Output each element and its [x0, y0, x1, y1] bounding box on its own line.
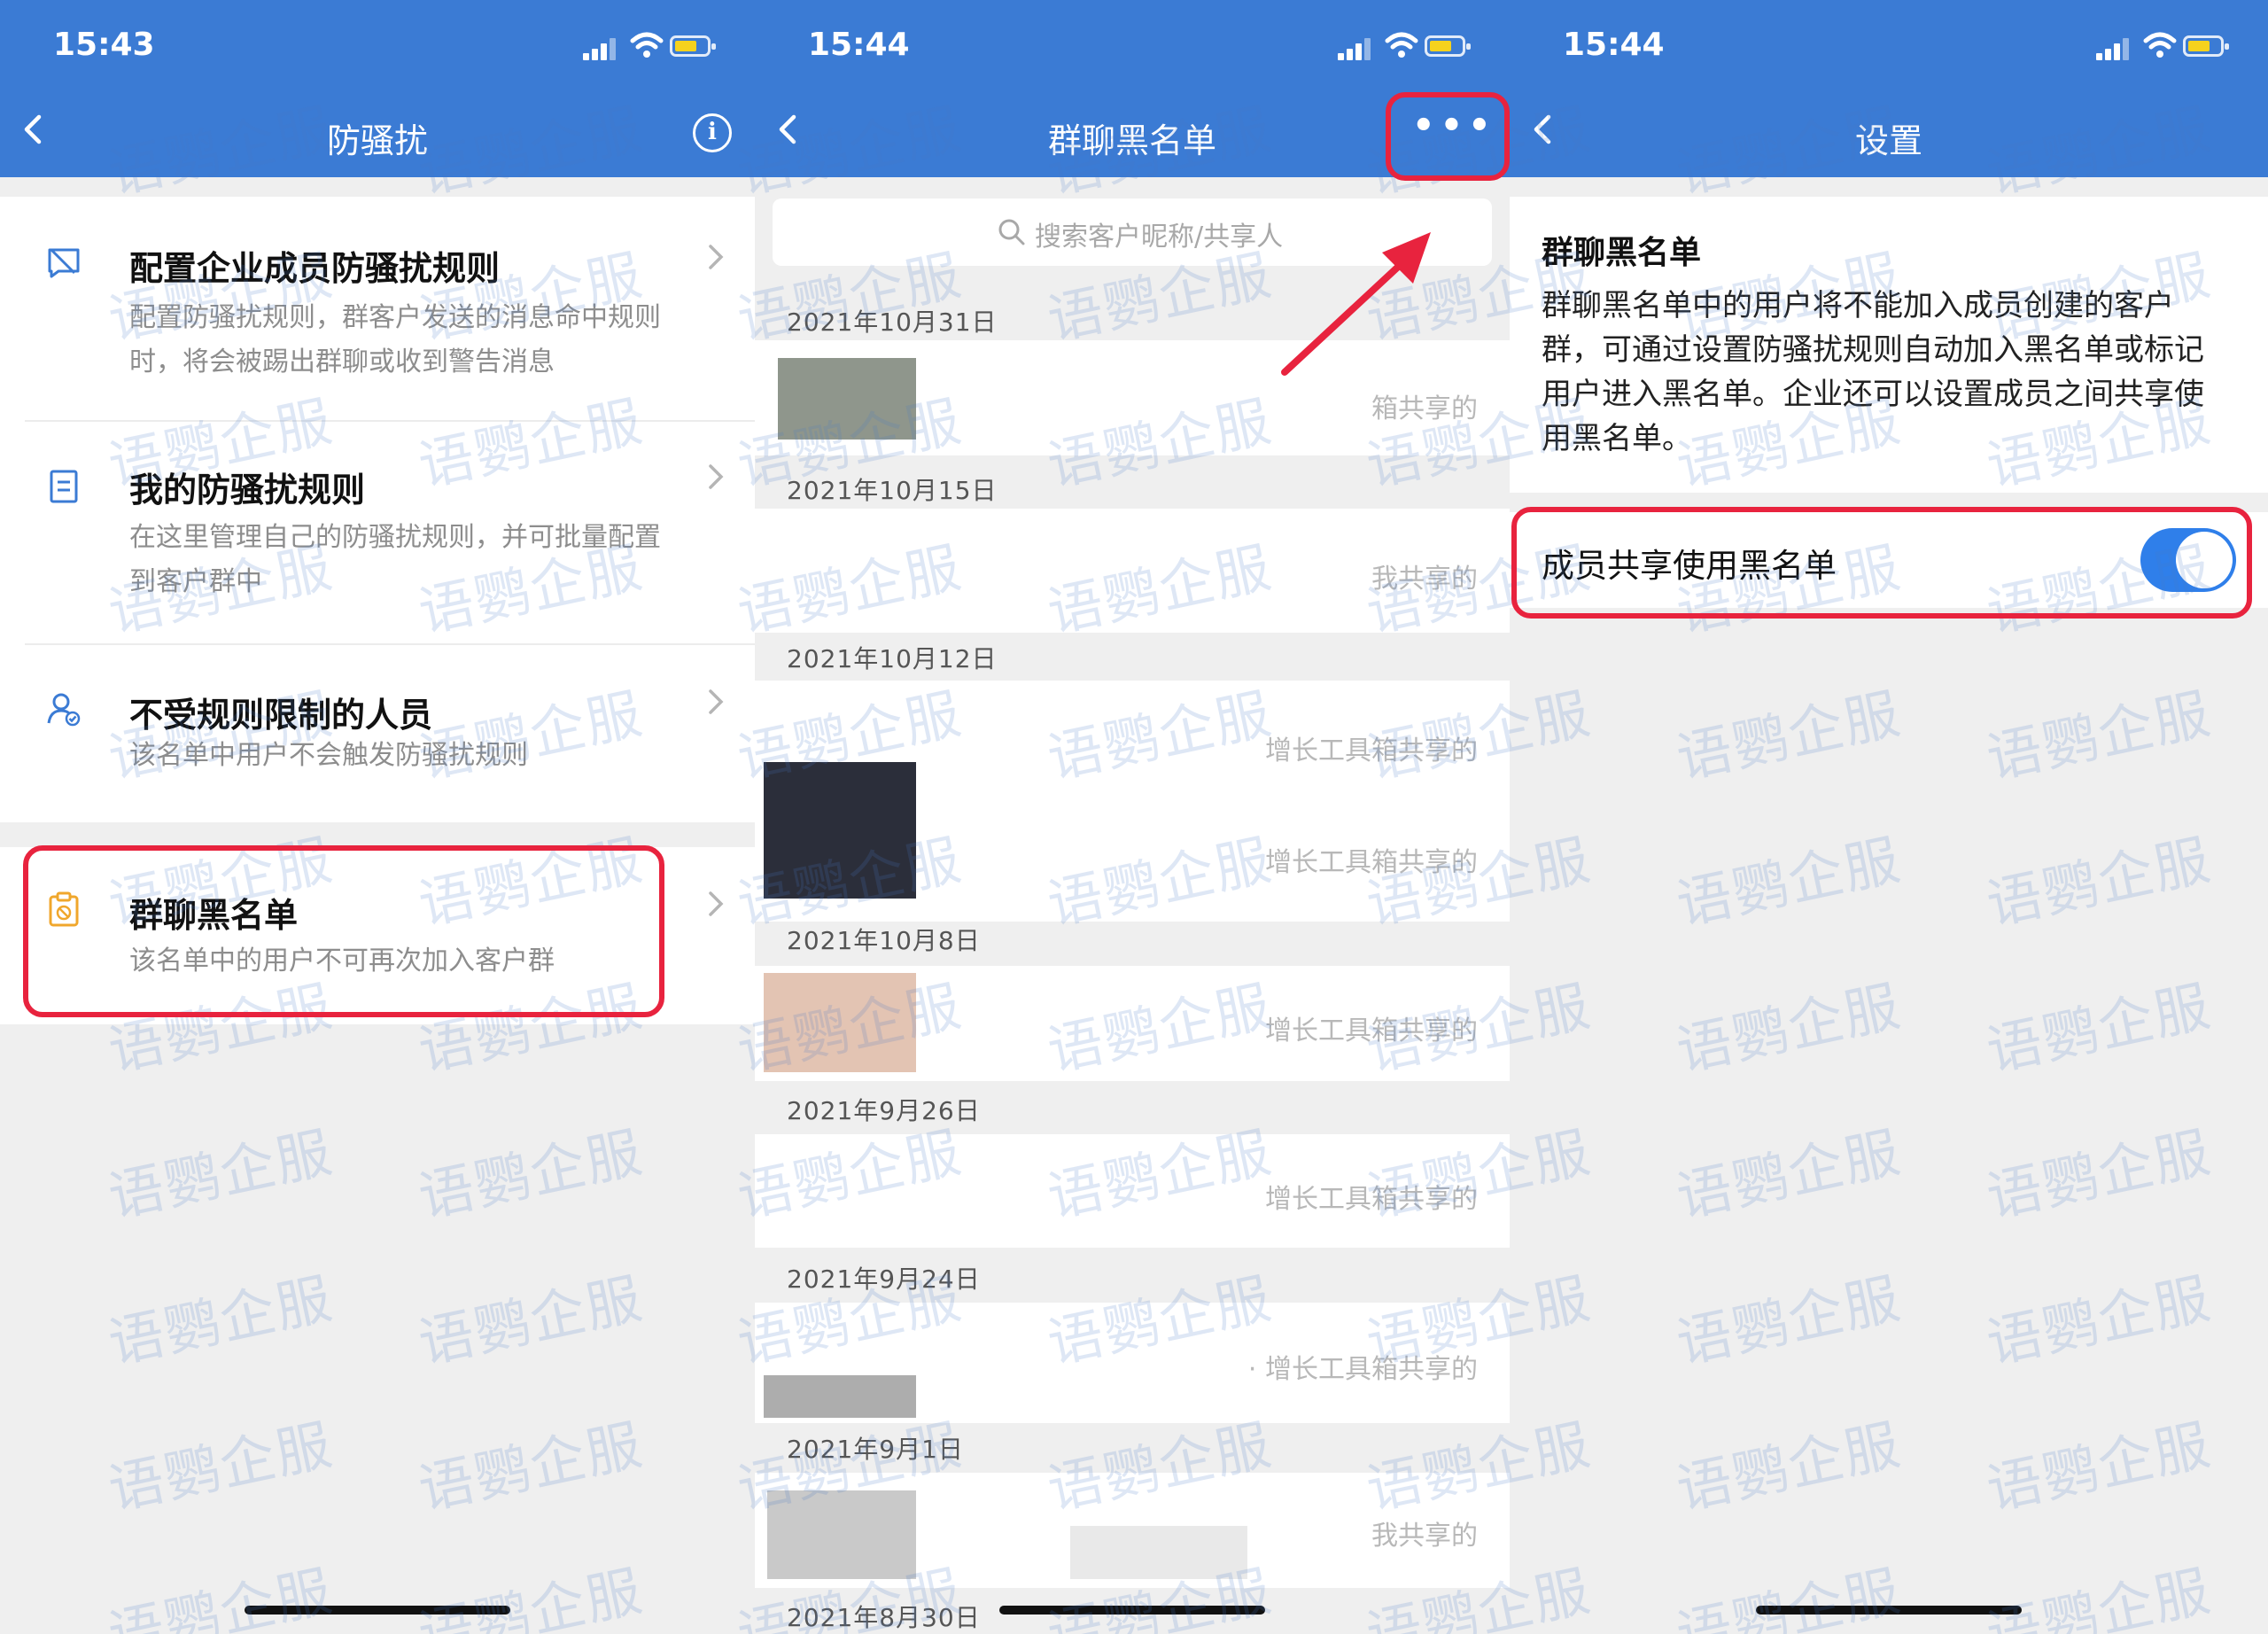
signal-icon [583, 37, 618, 60]
wifi-icon [1385, 32, 1418, 58]
home-indicator [245, 1606, 510, 1615]
shared-by-label: 增长工具箱共享的 [1265, 1015, 1478, 1047]
status-time: 15:43 [53, 27, 155, 63]
clipboard-list-icon [50, 470, 78, 503]
shared-by-label: 箱共享的 [1371, 393, 1478, 424]
more-options-button[interactable]: ••• [1412, 108, 1491, 144]
section-title: 群聊黑名单 [1542, 235, 1702, 271]
date-header: 2021年10月31日 [787, 307, 998, 337]
shared-by-label: 增长工具箱共享的 [1265, 847, 1478, 878]
item-title: 配置企业成员防骚扰规则 [129, 249, 501, 288]
avatar [767, 1490, 916, 1579]
date-header: 2021年9月1日 [787, 1435, 964, 1464]
item-desc: 该名单中的用户不可再次加入客户群 [129, 945, 555, 977]
battery-icon [2183, 35, 2229, 57]
battery-icon [670, 35, 716, 57]
wifi-icon [630, 32, 664, 58]
avatar [764, 1375, 916, 1418]
list-item-my-rules[interactable]: 我的防骚扰规则 在这里管理自己的防骚扰规则，并可批量配置到客户群中 [0, 422, 755, 643]
page-title: 设置 [1854, 121, 1922, 160]
screen-settings: 15:44 设置 群聊黑名单 群聊黑名单中的用户将不能加入成员创建的客户群，可通… [1510, 0, 2268, 1634]
avatar [1070, 1526, 1247, 1579]
item-title: 我的防骚扰规则 [129, 471, 366, 510]
home-indicator [999, 1606, 1265, 1615]
screen-anti-harassment: 15:43 防骚扰 i 配置企业成员防骚扰规则 配置防骚扰规则，群客户发送的消息… [0, 0, 755, 1634]
status-icons [583, 32, 716, 60]
list-item[interactable]: 我共享的 [755, 509, 1510, 633]
annotation-arrow-icon [1281, 232, 1431, 376]
date-header: 2021年9月24日 [787, 1264, 981, 1294]
page-title: 群聊黑名单 [1047, 121, 1216, 160]
no-message-icon [48, 248, 80, 278]
signal-icon [2096, 37, 2132, 60]
search-icon [998, 219, 1025, 245]
chevron-right-icon [709, 245, 724, 269]
shared-by-label: · 增长工具箱共享的 [1247, 1354, 1478, 1385]
shared-by-label: 我共享的 [1371, 1521, 1478, 1552]
avatar [764, 762, 916, 899]
user-check-icon [47, 693, 81, 727]
top-bar: 15:44 设置 [1510, 0, 2268, 177]
date-header: 2021年8月30日 [787, 1603, 981, 1632]
battery-icon [1425, 35, 1471, 57]
top-bar: 15:43 防骚扰 i [0, 0, 755, 177]
share-blacklist-toggle[interactable] [2140, 528, 2236, 592]
item-title: 群聊黑名单 [129, 896, 299, 935]
info-icon[interactable]: i [693, 113, 732, 152]
chevron-right-icon [709, 891, 724, 916]
list-item[interactable]: 增长工具箱共享的 [755, 966, 1510, 1081]
date-header: 2021年10月8日 [787, 926, 981, 955]
shared-by-label: 我共享的 [1371, 564, 1478, 595]
chevron-right-icon [709, 464, 724, 489]
status-icons [1338, 32, 1471, 60]
item-desc: 该名单中用户不会触发防骚扰规则 [129, 740, 528, 771]
date-header: 2021年9月26日 [787, 1096, 981, 1125]
wifi-icon [2143, 32, 2177, 58]
chevron-right-icon [709, 689, 724, 714]
avatar [778, 358, 916, 440]
status-time: 15:44 [1563, 27, 1665, 63]
date-header: 2021年10月15日 [787, 476, 998, 505]
home-indicator [1756, 1606, 2022, 1615]
status-icons [2096, 32, 2229, 60]
list-item[interactable]: · 增长工具箱共享的 [755, 1303, 1510, 1423]
list-item-exempt-users[interactable]: 不受规则限制的人员 该名单中用户不会触发防骚扰规则 [0, 645, 755, 822]
shared-by-label: 增长工具箱共享的 [1265, 735, 1478, 766]
item-desc: 在这里管理自己的防骚扰规则，并可批量配置到客户群中 [129, 522, 661, 597]
signal-icon [1338, 37, 1373, 60]
share-blacklist-label: 成员共享使用黑名单 [1542, 547, 1837, 585]
date-header: 2021年10月12日 [787, 644, 998, 673]
shared-by-label: 增长工具箱共享的 [1265, 1184, 1478, 1215]
page-title: 防骚扰 [326, 121, 428, 160]
status-time: 15:44 [808, 27, 910, 63]
list-item[interactable]: 增长工具箱共享的 [755, 1134, 1510, 1248]
blocked-clipboard-icon [49, 891, 79, 927]
settings-list: 配置企业成员防骚扰规则 配置防骚扰规则，群客户发送的消息命中规则时，将会被踢出群… [0, 197, 755, 822]
search-placeholder: 搜索客户昵称/共享人 [1035, 222, 1284, 253]
blacklist-card: 群聊黑名单 该名单中的用户不可再次加入客户群 [0, 847, 755, 1024]
list-item[interactable]: 增长工具箱共享的 增长工具箱共享的 [755, 681, 1510, 922]
item-title: 不受规则限制的人员 [129, 696, 433, 735]
item-desc: 配置防骚扰规则，群客户发送的消息命中规则时，将会被踢出群聊或收到警告消息 [129, 302, 661, 377]
toggle-knob [2176, 532, 2233, 588]
list-item-group-blacklist[interactable]: 群聊黑名单 该名单中的用户不可再次加入客户群 [0, 847, 755, 1024]
top-bar: 15:44 群聊黑名单 ••• [755, 0, 1510, 177]
list-item[interactable]: 我共享的 [755, 1473, 1510, 1588]
section-description: 群聊黑名单中的用户将不能加入成员创建的客户群，可通过设置防骚扰规则自动加入黑名单… [1542, 288, 2204, 456]
list-item-configure-rules[interactable]: 配置企业成员防骚扰规则 配置防骚扰规则，群客户发送的消息命中规则时，将会被踢出群… [0, 197, 755, 418]
avatar [764, 973, 916, 1072]
